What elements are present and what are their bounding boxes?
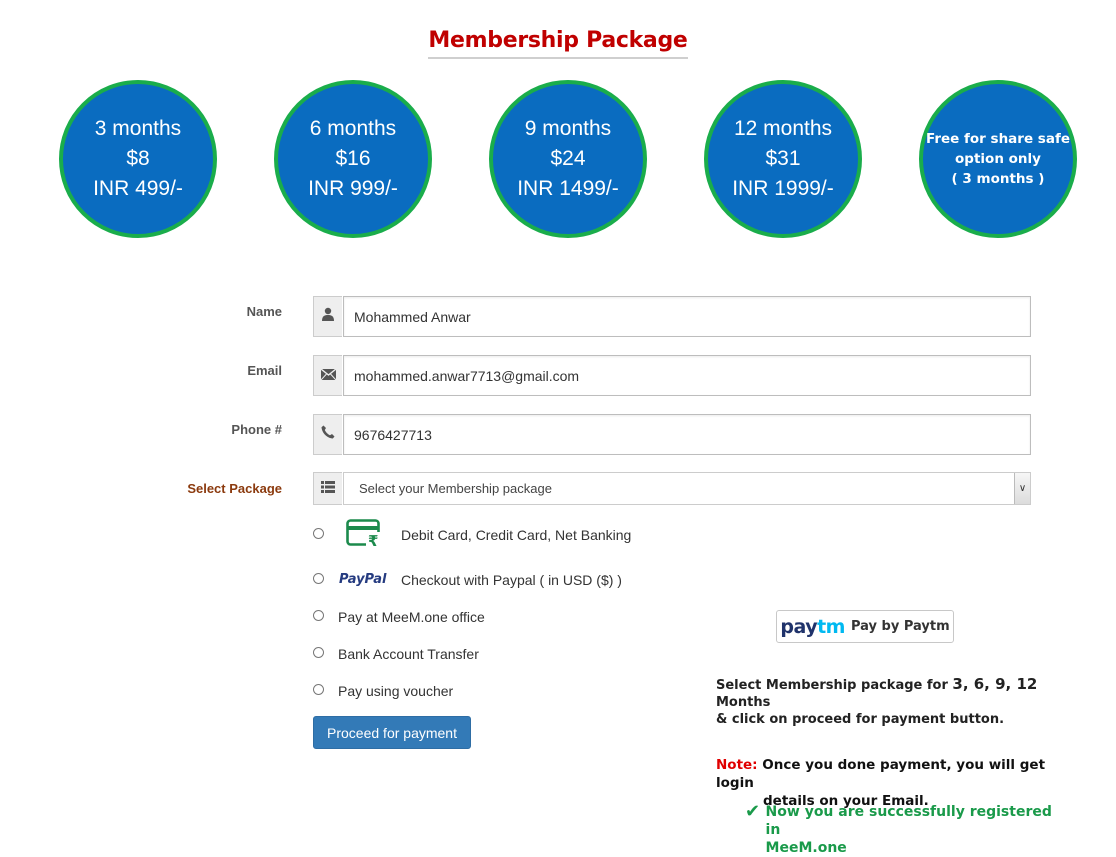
package-circle-free[interactable]: Free for share safe option only ( 3 mont…: [919, 80, 1077, 238]
package-select[interactable]: Select your Membership package ∨: [343, 472, 1031, 505]
package-circle-12-months[interactable]: 12 months $31 INR 1999/-: [704, 80, 862, 238]
package-inr: INR 1499/-: [517, 177, 619, 200]
paytm-button[interactable]: paytm Pay by Paytm: [776, 610, 954, 643]
package-duration: 9 months: [524, 117, 612, 140]
package-info-line-1: Select Membership package for 3, 6, 9, 1…: [716, 675, 1038, 711]
page-title-wrap: Membership Package: [0, 28, 1116, 59]
success-message: ✔ Now you are successfully registered in…: [745, 803, 1065, 857]
radio-bank[interactable]: [313, 647, 324, 658]
email-addon: [313, 355, 342, 396]
note-label: Note:: [716, 757, 758, 773]
email-input[interactable]: mohammed.anwar7713@gmail.com: [343, 355, 1031, 396]
svg-text:₹: ₹: [368, 532, 378, 549]
package-label: Select Package: [187, 481, 282, 496]
rupee-card-icon: ₹: [346, 519, 382, 554]
option-card-label: Debit Card, Credit Card, Net Banking: [401, 527, 632, 543]
package-circle-6-months[interactable]: 6 months $16 INR 999/-: [274, 80, 432, 238]
radio-office[interactable]: [313, 610, 324, 621]
payment-note: Note: Once you done payment, you will ge…: [716, 756, 1086, 810]
package-usd: $31: [765, 147, 801, 170]
package-select-value: Select your Membership package: [359, 481, 552, 496]
free-line-2: option only: [955, 151, 1041, 167]
name-addon: [313, 296, 342, 337]
package-usd: $24: [550, 147, 586, 170]
package-inr: INR 499/-: [93, 177, 183, 200]
package-usd: $16: [335, 147, 371, 170]
name-label: Name: [246, 304, 282, 319]
free-line-1: Free for share safe: [926, 131, 1070, 147]
option-voucher-label: Pay using voucher: [338, 683, 454, 699]
package-circle-9-months[interactable]: 9 months $24 INR 1499/-: [489, 80, 647, 238]
email-label: Email: [247, 363, 282, 378]
package-info: Select Membership package for 3, 6, 9, 1…: [716, 676, 1086, 728]
chevron-down-icon[interactable]: ∨: [1014, 473, 1030, 504]
option-bank-label: Bank Account Transfer: [338, 646, 479, 662]
radio-paypal[interactable]: [313, 573, 324, 584]
radio-card[interactable]: [313, 528, 324, 539]
phone-icon: [321, 425, 335, 444]
option-office-label: Pay at MeeM.one office: [338, 609, 485, 625]
envelope-icon: [320, 367, 336, 385]
user-icon: [321, 307, 335, 326]
package-duration: 3 months: [94, 117, 182, 140]
phone-label: Phone #: [231, 422, 282, 437]
package-circle-3-months[interactable]: 3 months $8 INR 499/-: [59, 80, 217, 238]
phone-addon: [313, 414, 342, 455]
paypal-logo: PayPal: [339, 572, 387, 587]
option-paypal-label: Checkout with Paypal ( in USD ($) ): [401, 572, 622, 588]
package-info-line-2: & click on proceed for payment button.: [716, 712, 1005, 727]
package-inr: INR 1999/-: [732, 177, 834, 200]
list-icon: [321, 480, 335, 498]
package-duration: 12 months: [733, 117, 833, 140]
package-duration: 6 months: [309, 117, 397, 140]
paytm-logo: paytm: [780, 615, 845, 638]
note-line-1: Once you done payment, you will get logi…: [716, 757, 1046, 791]
success-line-2: MeeM.one: [765, 840, 847, 856]
page-title: Membership Package: [428, 28, 688, 59]
radio-voucher[interactable]: [313, 684, 324, 695]
package-usd: $8: [126, 147, 150, 170]
paytm-label: Pay by Paytm: [850, 619, 950, 634]
name-input[interactable]: Mohammed Anwar: [343, 296, 1031, 337]
phone-input[interactable]: 9676427713: [343, 414, 1031, 455]
package-inr: INR 999/-: [308, 177, 398, 200]
free-line-3: ( 3 months ): [951, 171, 1045, 187]
check-icon: ✔: [745, 801, 761, 822]
proceed-button[interactable]: Proceed for payment: [313, 716, 471, 749]
package-addon: [313, 472, 342, 505]
success-line-1: Now you are successfully registered in: [765, 804, 1052, 838]
